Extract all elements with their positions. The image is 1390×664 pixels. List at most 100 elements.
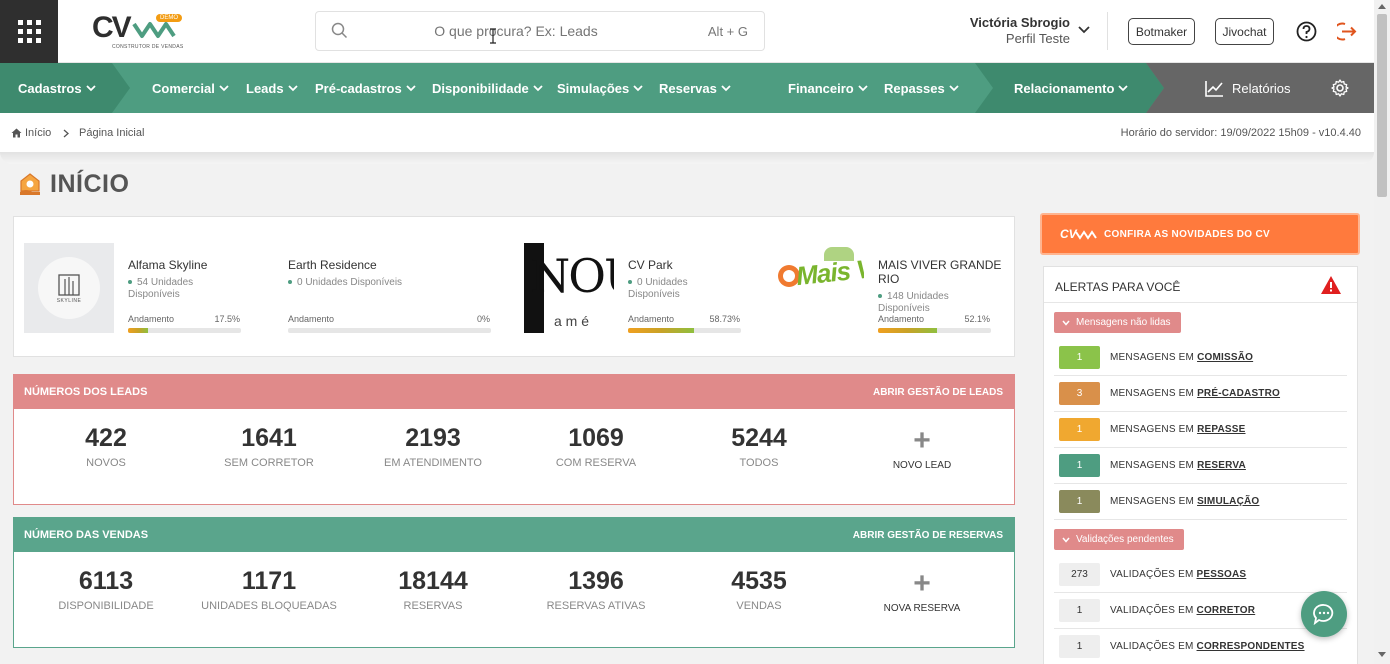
chevron-down-icon bbox=[406, 84, 416, 91]
new-reservation-button[interactable]: + NOVA RESERVA bbox=[842, 569, 1002, 615]
text-cursor-icon bbox=[490, 28, 496, 44]
search-icon bbox=[331, 22, 348, 39]
project-alfama-skyline[interactable]: SKYLINE Alfama Skyline 54 Unidades Dispo… bbox=[14, 217, 264, 356]
sales-stat-disponibilidade[interactable]: 6113 DISPONIBILIDADE bbox=[26, 566, 186, 612]
alert-link[interactable]: RESERVA bbox=[1197, 460, 1246, 471]
lead-stat-sem-corretor[interactable]: 1641 SEM CORRETOR bbox=[189, 423, 349, 469]
sales-stat-reservas-ativas[interactable]: 1396 RESERVAS ATIVAS bbox=[516, 566, 676, 612]
new-lead-button[interactable]: + NOVO LEAD bbox=[842, 426, 1002, 472]
alert-link[interactable]: REPASSE bbox=[1197, 424, 1245, 435]
user-name: Victória Sbrogio bbox=[969, 15, 1070, 30]
nav-cadastros[interactable]: Cadastros bbox=[18, 63, 96, 113]
new-lead-label: NOVO LEAD bbox=[892, 460, 952, 471]
alert-row[interactable]: 273 VALIDAÇÕES EM PESSOAS bbox=[1054, 557, 1347, 593]
project-mais-viver[interactable]: Mais Viver MAIS VIVER GRANDE RIO 148 Uni… bbox=[764, 217, 1014, 356]
chevron-down-icon bbox=[1118, 84, 1129, 91]
lead-stat-com-reserva[interactable]: 1069 COM RESERVA bbox=[516, 423, 676, 469]
breadcrumb-home[interactable]: Início bbox=[25, 127, 51, 139]
group-unread-messages[interactable]: Mensagens não lidas bbox=[1054, 312, 1181, 333]
alert-count: 1 bbox=[1059, 599, 1100, 622]
logo-text: CV bbox=[92, 11, 132, 44]
breadcrumb-current: Página Inicial bbox=[79, 127, 145, 139]
nav-relatorios[interactable]: Relatórios bbox=[1205, 63, 1291, 113]
botmaker-button[interactable]: Botmaker bbox=[1128, 18, 1195, 45]
group-pending-validations[interactable]: Validações pendentes bbox=[1054, 529, 1184, 550]
open-reservations-management-link[interactable]: ABRIR GESTÃO DE RESERVAS bbox=[853, 530, 1003, 541]
scroll-thumb[interactable] bbox=[1377, 14, 1387, 197]
project-units: 0 Unidades Disponíveis bbox=[288, 277, 488, 289]
thumbnail-text: NOU bbox=[530, 249, 614, 303]
sales-stat-reservas[interactable]: 18144 RESERVAS bbox=[353, 566, 513, 612]
alert-row[interactable]: 1 MENSAGENS EM COMISSÃO bbox=[1054, 340, 1347, 376]
alert-link[interactable]: SIMULAÇÃO bbox=[1197, 496, 1259, 507]
progress-bar-fill bbox=[628, 328, 695, 333]
alert-row[interactable]: 1 MENSAGENS EM RESERVA bbox=[1054, 448, 1347, 484]
nav-relacionamento[interactable]: Relacionamento bbox=[1014, 63, 1129, 113]
scroll-up-arrow-icon[interactable] bbox=[1378, 4, 1386, 9]
nav-reservas[interactable]: Reservas bbox=[659, 63, 731, 113]
progress-percent: 17.5% bbox=[214, 314, 240, 324]
alert-count: 273 bbox=[1059, 563, 1100, 586]
home-icon bbox=[11, 128, 22, 138]
progress-label: Andamento bbox=[128, 314, 175, 324]
lead-stat-novos[interactable]: 422 NOVOS bbox=[26, 423, 186, 469]
progress-label: Andamento bbox=[288, 314, 335, 324]
nav-simulacoes[interactable]: Simulações bbox=[557, 63, 643, 113]
chat-button[interactable] bbox=[1301, 591, 1347, 637]
search-input[interactable] bbox=[356, 12, 676, 50]
global-search[interactable]: Alt + G bbox=[315, 11, 765, 51]
alert-link[interactable]: CORRETOR bbox=[1197, 605, 1256, 616]
settings-button[interactable] bbox=[1312, 63, 1367, 113]
nav-repasses[interactable]: Repasses bbox=[884, 63, 959, 113]
alert-link[interactable]: PRÉ-CADASTRO bbox=[1197, 388, 1280, 399]
news-button[interactable]: CV CONFIRA AS NOVIDADES DO CV bbox=[1040, 213, 1360, 255]
alert-link[interactable]: CORRESPONDENTES bbox=[1197, 641, 1305, 652]
progress-percent: 58.73% bbox=[709, 314, 740, 324]
leads-card: NÚMEROS DOS LEADS ABRIR GESTÃO DE LEADS … bbox=[13, 374, 1015, 505]
alerts-title: ALERTAS PARA VOCÊ bbox=[1055, 280, 1181, 294]
project-units: 54 Unidades Disponíveis bbox=[128, 277, 194, 300]
progress-label: Andamento bbox=[878, 314, 925, 324]
project-thumbnail: SKYLINE bbox=[24, 243, 114, 333]
nav-disponibilidade[interactable]: Disponibilidade bbox=[432, 63, 543, 113]
user-menu[interactable]: Victória Sbrogio Perfil Teste bbox=[948, 15, 1070, 47]
chevron-down-icon[interactable] bbox=[1078, 26, 1090, 34]
nav-financeiro[interactable]: Financeiro bbox=[788, 63, 868, 113]
logout-icon[interactable] bbox=[1337, 21, 1359, 42]
header-divider bbox=[1107, 12, 1108, 50]
chat-icon bbox=[1313, 604, 1334, 625]
alert-row[interactable]: 1 VALIDAÇÕES EM CORRESPONDENTES bbox=[1054, 629, 1347, 664]
nav-comercial[interactable]: Comercial bbox=[152, 63, 229, 113]
lead-stat-em-atendimento[interactable]: 2193 EM ATENDIMENTO bbox=[353, 423, 513, 469]
alert-link[interactable]: COMISSÃO bbox=[1197, 352, 1253, 363]
progress-percent: 52.1% bbox=[964, 314, 990, 324]
nav-pre-cadastros[interactable]: Pré-cadastros bbox=[315, 63, 416, 113]
alert-row[interactable]: 1 MENSAGENS EM REPASSE bbox=[1054, 412, 1347, 448]
page-title: INÍCIO bbox=[50, 170, 130, 198]
progress-percent: 0% bbox=[476, 314, 490, 324]
sales-stat-vendas[interactable]: 4535 VENDAS bbox=[679, 566, 839, 612]
alert-row[interactable]: 3 MENSAGENS EM PRÉ-CADASTRO bbox=[1054, 376, 1347, 412]
progress-bar-fill bbox=[128, 328, 148, 333]
server-time: Horário do servidor: 19/09/2022 15h09 - … bbox=[1120, 127, 1361, 139]
alert-link[interactable]: PESSOAS bbox=[1197, 569, 1247, 580]
project-cv-park[interactable]: NOU a m é CV Park 0 Unidades Disponíveis… bbox=[514, 217, 764, 356]
warning-icon bbox=[1321, 276, 1341, 294]
nav-leads[interactable]: Leads bbox=[246, 63, 298, 113]
open-leads-management-link[interactable]: ABRIR GESTÃO DE LEADS bbox=[873, 387, 1003, 398]
page-scrollbar[interactable] bbox=[1374, 0, 1390, 664]
progress-label: Andamento bbox=[628, 314, 675, 324]
sales-stat-unidades-bloqueadas[interactable]: 1171 UNIDADES BLOQUEADAS bbox=[189, 566, 349, 612]
chevron-down-icon bbox=[1062, 320, 1070, 326]
alert-count: 1 bbox=[1059, 418, 1100, 441]
app-logo[interactable]: CV DEMO CONSTRUTOR DE VENDAS bbox=[92, 12, 184, 52]
alert-row[interactable]: 1 MENSAGENS EM SIMULAÇÃO bbox=[1054, 484, 1347, 520]
jivochat-button[interactable]: Jivochat bbox=[1215, 18, 1274, 45]
project-earth-residence[interactable]: Earth Residence 0 Unidades Disponíveis A… bbox=[274, 217, 514, 356]
help-icon[interactable] bbox=[1296, 21, 1317, 42]
chevron-down-icon bbox=[1062, 537, 1070, 543]
apps-menu-button[interactable] bbox=[0, 0, 58, 63]
scroll-down-arrow-icon[interactable] bbox=[1378, 652, 1386, 657]
project-thumbnail: NOU a m é bbox=[524, 243, 614, 333]
lead-stat-todos[interactable]: 5244 TODOS bbox=[679, 423, 839, 469]
